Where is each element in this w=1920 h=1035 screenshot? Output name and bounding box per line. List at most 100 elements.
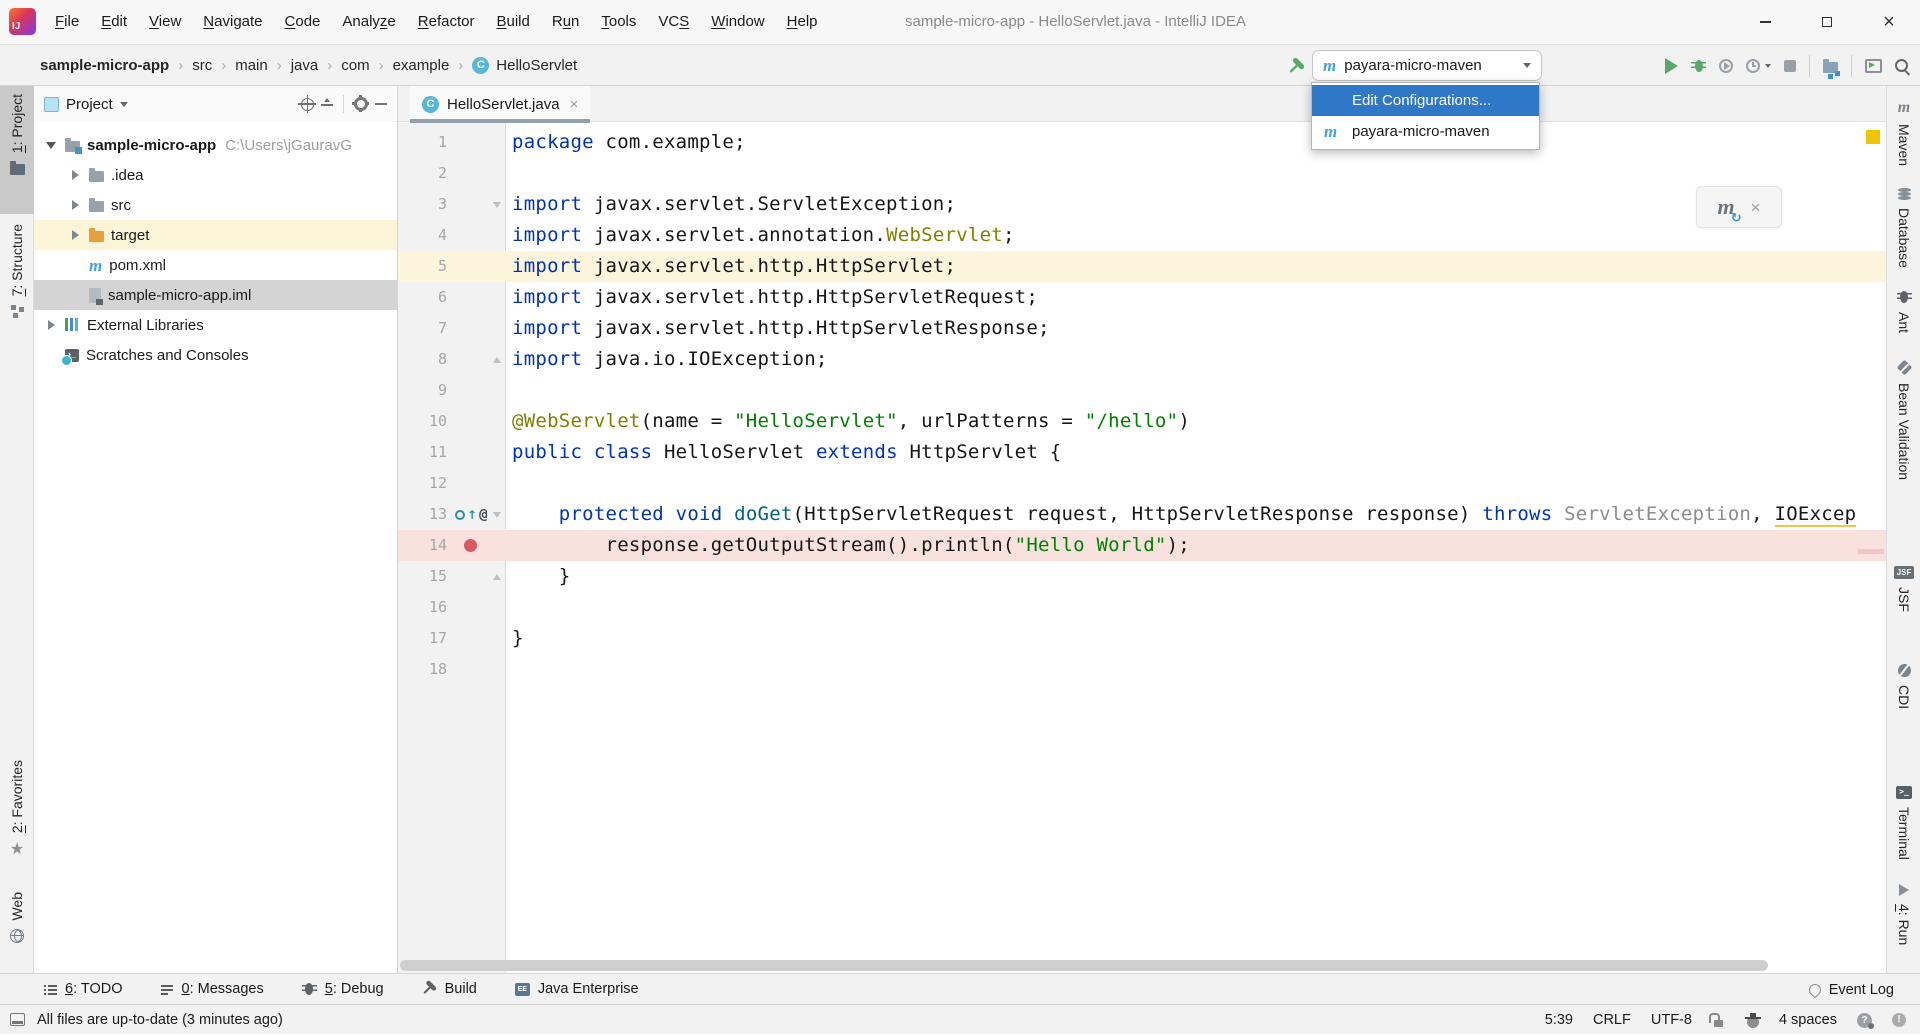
menu-help[interactable]: Help [776, 0, 829, 44]
stripe-button-jsf[interactable]: JSF [1887, 558, 1920, 624]
line-ending[interactable]: CRLF [1593, 1012, 1631, 1028]
menu-refactor[interactable]: Refactor [407, 0, 486, 44]
menu-navigate[interactable]: Navigate [192, 0, 273, 44]
line-number: 1 [398, 127, 454, 158]
code-line-17: 17} [398, 623, 1886, 654]
menu-file[interactable]: File [44, 0, 90, 44]
tree-arrow-icon[interactable] [44, 320, 58, 330]
terminal-icon [1896, 786, 1912, 799]
menu-window[interactable]: Window [700, 0, 775, 44]
override-marker-icon[interactable] [455, 510, 465, 520]
settings-gear-button[interactable] [354, 97, 368, 111]
caret-position[interactable]: 5:39 [1545, 1012, 1573, 1028]
dropdown-option-payara-micro-maven[interactable]: mpayara-micro-maven [1312, 116, 1539, 147]
breadcrumb-item-helloservlet[interactable]: HelloServlet [496, 57, 577, 74]
toolwindow-button-0-messages[interactable]: 0: Messages [161, 980, 264, 999]
hide-panel-button[interactable] [375, 103, 387, 105]
stripe-button-ant[interactable]: Ant [1887, 282, 1920, 360]
menu-code[interactable]: Code [274, 0, 332, 44]
stripe-button-7-structure[interactable]: 7: Structure [0, 216, 34, 342]
locate-file-button[interactable] [301, 98, 314, 111]
highlighting-level-icon[interactable] [1747, 1016, 1759, 1028]
fold-down-icon[interactable] [493, 202, 501, 208]
breadcrumb-item-com[interactable]: com [341, 57, 369, 74]
database-icon [1898, 188, 1911, 192]
tree-item-scratches-and-consoles[interactable]: Scratches and Consoles [34, 340, 397, 370]
stripe-button-4-run[interactable]: 4: Run [1887, 876, 1920, 940]
menu-run[interactable]: Run [541, 0, 591, 44]
indent-setting[interactable]: 4 spaces [1779, 1012, 1837, 1028]
maven-reload-widget[interactable]: m × [1696, 186, 1782, 228]
breadcrumb-item-src[interactable]: src [192, 57, 212, 74]
breakpoint-icon[interactable] [464, 539, 477, 552]
tree-item-sample-micro-app-iml[interactable]: sample-micro-app.iml [34, 280, 397, 310]
profiler-chevron-icon[interactable] [1765, 64, 1771, 68]
inspection-indicator-icon[interactable] [1866, 130, 1880, 144]
code-editor[interactable]: 1package com.example;23import javax.serv… [398, 123, 1886, 973]
fold-up-icon[interactable] [493, 574, 501, 580]
tree-item-pom-xml[interactable]: mpom.xml [34, 250, 397, 280]
stripe-button-maven[interactable]: mMaven [1887, 92, 1920, 176]
tree-item-path: C:\Users\jGauravG [225, 137, 352, 154]
breadcrumb-item-example[interactable]: example [393, 57, 450, 74]
tree-item-target[interactable]: target [34, 220, 397, 250]
event-log-button[interactable]: Event Log [1809, 974, 1894, 1005]
toolwindow-button-label: Build [445, 981, 477, 997]
tree-arrow-icon[interactable] [68, 170, 82, 180]
tree-item-external-libraries[interactable]: External Libraries [34, 310, 397, 340]
stripe-button-database[interactable]: Database [1887, 180, 1920, 272]
menu-build[interactable]: Build [485, 0, 540, 44]
tree-item-src[interactable]: src [34, 190, 397, 220]
toolwindow-button-5-debug[interactable]: 5: Debug [302, 980, 384, 999]
tree-arrow-icon[interactable] [44, 142, 58, 149]
fold-down-icon[interactable] [493, 512, 501, 518]
toolwindow-toggle-icon[interactable] [10, 1013, 25, 1026]
encoding[interactable]: UTF-8 [1651, 1012, 1692, 1028]
tree-arrow-icon[interactable] [68, 230, 82, 240]
build-hammer-icon[interactable] [1288, 57, 1305, 74]
widget-close-icon[interactable]: × [1751, 199, 1761, 216]
profiler-button[interactable] [1746, 59, 1760, 73]
stripe-button-cdi[interactable]: CDI [1887, 656, 1920, 730]
stripe-button-web[interactable]: Web [0, 884, 34, 976]
project-view-select[interactable]: Project [44, 96, 128, 113]
debug-button[interactable] [1691, 59, 1706, 73]
run-tool-window-button[interactable] [1865, 59, 1882, 73]
search-everywhere-button[interactable] [1895, 59, 1908, 72]
stripe-button-bean-validation[interactable]: Bean Validation [1887, 352, 1920, 502]
toolwindow-button-6-todo[interactable]: 6: TODO [44, 980, 123, 999]
tree-item-idea[interactable]: .idea [34, 160, 397, 190]
close-tab-icon[interactable]: × [570, 97, 579, 112]
breadcrumb-item-main[interactable]: main [235, 57, 268, 74]
menu-edit[interactable]: Edit [90, 0, 138, 44]
toolwindow-button-java-enterprise[interactable]: Java Enterprise [515, 980, 639, 999]
notifications-icon[interactable] [1892, 1013, 1906, 1027]
breadcrumb-item-java[interactable]: java [291, 57, 319, 74]
stop-button[interactable] [1784, 60, 1796, 72]
tab-helloservlet-java[interactable]: HelloServlet.java × [410, 86, 590, 122]
menu-tools[interactable]: Tools [590, 0, 647, 44]
coverage-button[interactable] [1719, 59, 1733, 73]
menu-vcs[interactable]: VCS [647, 0, 700, 44]
minimize-button[interactable] [1734, 0, 1796, 44]
menu-view[interactable]: View [138, 0, 192, 44]
reader-mode-icon[interactable] [1857, 1013, 1872, 1028]
menu-analyze[interactable]: Analyze [331, 0, 406, 44]
horizontal-scrollbar[interactable] [400, 960, 1768, 971]
collapse-all-button[interactable] [321, 98, 333, 111]
dropdown-option-edit-configurations[interactable]: Edit Configurations... [1312, 85, 1539, 116]
stripe-button-1-project[interactable]: 1: Project [0, 86, 34, 214]
project-structure-button[interactable] [1823, 62, 1838, 73]
close-button[interactable]: × [1858, 0, 1920, 44]
fold-up-icon[interactable] [493, 357, 501, 363]
tree-item-sample-micro-app[interactable]: sample-micro-appC:\Users\jGauravG [34, 130, 397, 160]
tree-arrow-icon[interactable] [68, 200, 82, 210]
breadcrumb-item-sample-micro-app[interactable]: sample-micro-app [40, 57, 169, 74]
lock-icon[interactable] [1714, 1020, 1723, 1027]
run-button[interactable] [1665, 58, 1678, 74]
stripe-button-terminal[interactable]: Terminal [1887, 778, 1920, 872]
toolwindow-button-build[interactable]: Build [422, 980, 477, 999]
stripe-button-2-favorites[interactable]: 2: Favorites [0, 752, 34, 880]
restore-button[interactable] [1796, 0, 1858, 44]
run-configuration-select[interactable]: m payara-micro-maven [1312, 50, 1542, 81]
